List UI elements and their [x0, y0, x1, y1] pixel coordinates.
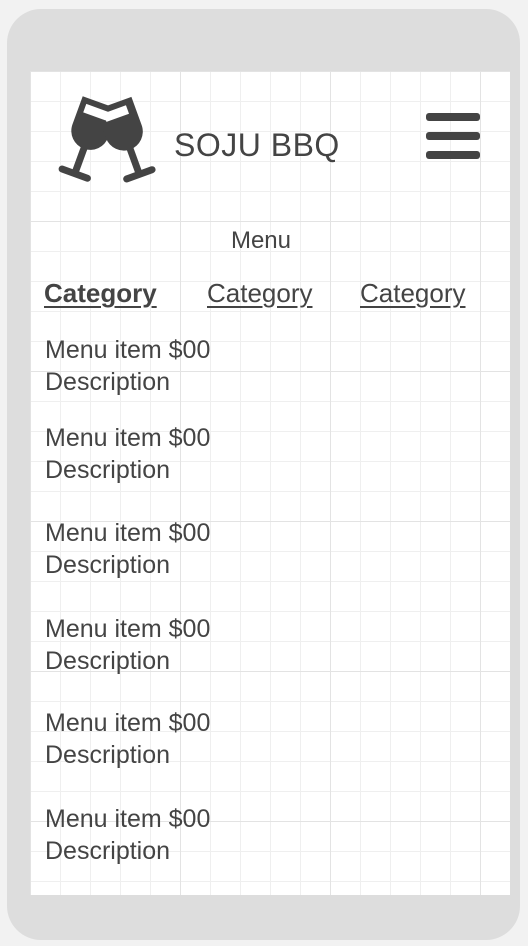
category-tab-3[interactable]: Category	[360, 278, 466, 309]
glasses-cheers-icon	[42, 91, 174, 201]
menu-item-title: Menu item $00	[45, 336, 211, 364]
menu-item[interactable]: Menu item $00 Description	[45, 613, 210, 677]
menu-item[interactable]: Menu item $00 Description	[45, 422, 210, 486]
menu-item-title: Menu item $00	[45, 805, 211, 833]
hamburger-bar	[426, 151, 480, 159]
menu-item[interactable]: Menu item $00 Description	[45, 803, 210, 867]
menu-item[interactable]: Menu item $00 Description	[45, 707, 210, 771]
menu-item-description: Description	[45, 551, 171, 579]
menu-item[interactable]: Menu item $00 Description	[45, 517, 210, 581]
menu-item-title: Menu item $00	[45, 709, 211, 737]
menu-item-title: Menu item $00	[45, 424, 211, 452]
category-tab-2[interactable]: Category	[207, 278, 313, 309]
phone-frame: SOJU BBQ Menu Category Category Category…	[7, 9, 520, 940]
menu-item-description: Description	[45, 368, 171, 396]
menu-heading: Menu	[230, 227, 292, 254]
menu-item-description: Description	[45, 647, 171, 675]
menu-item-description: Description	[45, 741, 171, 769]
menu-item-description: Description	[45, 456, 171, 484]
hamburger-bar	[426, 113, 480, 121]
hamburger-menu-icon[interactable]	[426, 111, 480, 161]
menu-item-title: Menu item $00	[45, 519, 211, 547]
menu-item-description: Description	[45, 837, 171, 865]
hamburger-bar	[426, 132, 480, 140]
menu-item[interactable]: Menu item $00 Description	[45, 334, 210, 398]
brand-name: SOJU BBQ	[174, 127, 340, 163]
category-tab-1[interactable]: Category	[44, 278, 157, 309]
menu-item-title: Menu item $00	[45, 615, 211, 643]
phone-screen: SOJU BBQ Menu Category Category Category…	[30, 71, 510, 895]
